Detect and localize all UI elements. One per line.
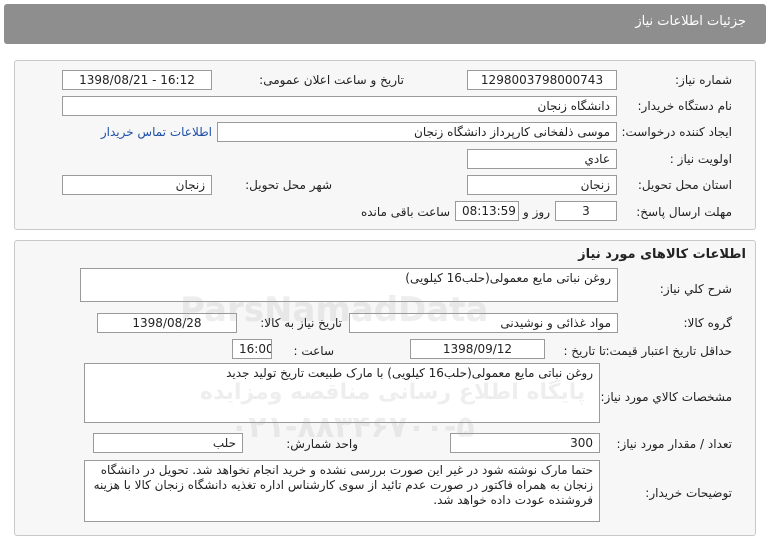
creator-field[interactable]: موسی ذلفخانی کارپرداز دانشگاه زنجان <box>217 122 617 142</box>
validity-date-field[interactable]: 1398/09/12 <box>410 339 545 359</box>
delivery-province-label: استان محل تحویل: <box>637 178 732 192</box>
buyer-contact-link[interactable]: اطلاعات تماس خریدار <box>101 125 212 139</box>
price-validity-label: حداقل تاریخ اعتبار قیمت: <box>605 344 732 358</box>
general-description-label: شرح کلي نیاز: <box>659 282 732 296</box>
need-number-field[interactable]: 1298003798000743 <box>467 70 617 90</box>
deadline-days-unit: روز و <box>523 205 550 219</box>
priority-field[interactable]: عادي <box>467 149 617 169</box>
page-title: جزئیات اطلاعات نیاز <box>635 14 746 29</box>
validity-time-field[interactable]: 16:00 <box>232 339 272 359</box>
delivery-city-label: شهر محل تحویل: <box>245 178 332 192</box>
buyer-org-field[interactable]: دانشگاه زنجان <box>62 96 617 116</box>
announce-datetime-label: تاریخ و ساعت اعلان عمومی: <box>259 73 404 87</box>
validity-time-label: ساعت : <box>293 344 334 358</box>
deadline-days-field[interactable]: 3 <box>555 201 617 221</box>
delivery-city-field[interactable]: زنجان <box>62 175 212 195</box>
buyer-notes-label: توضیحات خریدار: <box>645 486 732 500</box>
deadline-label: مهلت ارسال پاسخ: <box>636 205 732 219</box>
deadline-remaining-label: ساعت باقی مانده <box>360 205 450 219</box>
quantity-field[interactable]: 300 <box>450 433 600 453</box>
until-date-label: تا تاریخ : <box>563 344 606 358</box>
quantity-label: تعداد / مقدار مورد نیاز: <box>616 437 732 451</box>
goods-group-field[interactable]: مواد غذائی و نوشیدنی <box>349 313 618 333</box>
announce-datetime-field[interactable]: 1398/08/21 - 16:12 <box>62 70 212 90</box>
need-number-label: شماره نیاز: <box>675 73 732 87</box>
general-description-field[interactable]: روغن نباتی مایع معمولی(حلب16 کیلویی) <box>80 268 618 302</box>
need-date-field[interactable]: 1398/08/28 <box>97 313 237 333</box>
delivery-province-field[interactable]: زنجان <box>467 175 617 195</box>
deadline-time-field[interactable]: 08:13:59 <box>455 201 519 221</box>
buyer-org-label: نام دستگاه خریدار: <box>637 99 733 113</box>
creator-label: ایجاد کننده درخواست: <box>621 125 732 139</box>
buyer-notes-field[interactable]: حتما مارک نوشته شود در غیر این صورت بررس… <box>84 460 600 522</box>
goods-group-label: گروه کالا: <box>683 316 733 330</box>
unit-field[interactable]: حلب <box>93 433 243 453</box>
need-date-label: تاریخ نیاز به کالا: <box>260 316 342 330</box>
priority-label: اولویت نیاز : <box>669 152 732 166</box>
goods-section-title: اطلاعات کالاهای مورد نیاز <box>578 247 746 262</box>
page-header: جزئیات اطلاعات نیاز <box>4 4 766 44</box>
goods-spec-label: مشخصات کالاي مورد نیاز: <box>600 390 732 404</box>
unit-label: واحد شمارش: <box>286 437 358 451</box>
goods-spec-field[interactable]: روغن نباتی مایع معمولی(حلب16 کیلویی) با … <box>84 363 600 423</box>
